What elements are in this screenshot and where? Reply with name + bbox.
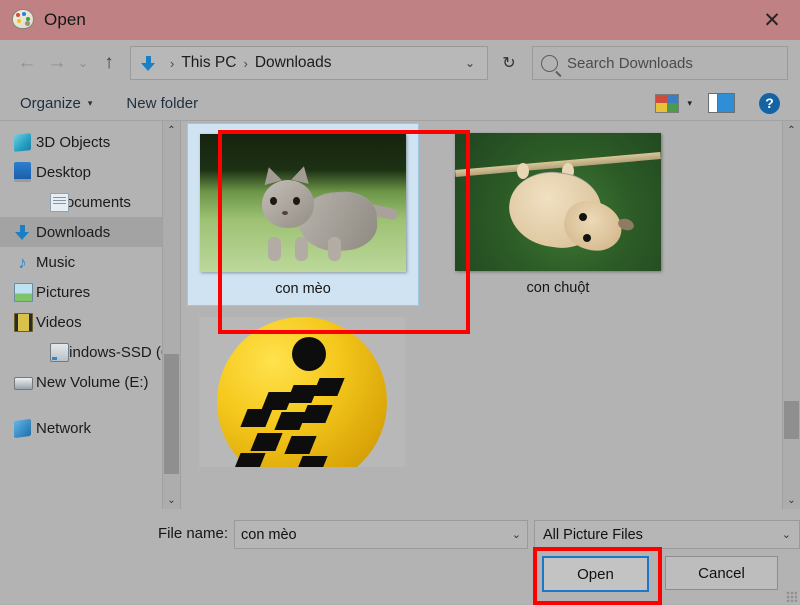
paint-palette-icon [12, 9, 34, 31]
history-dropdown-button[interactable]: ⌄ [72, 48, 94, 78]
search-icon [541, 55, 558, 72]
breadcrumb-separator: › [243, 56, 247, 71]
refresh-button[interactable]: ↻ [494, 47, 524, 79]
scroll-down-icon[interactable]: ⌄ [783, 491, 800, 509]
sidebar-item-label: Desktop [36, 164, 91, 181]
resize-grip[interactable] [786, 591, 797, 602]
view-mode-icon[interactable] [655, 94, 679, 113]
file-name-label: File name: [158, 525, 228, 542]
cancel-button[interactable]: Cancel [665, 556, 778, 590]
sidebar-item-documents[interactable]: Documents [0, 187, 180, 217]
search-box[interactable]: Search Downloads [532, 46, 788, 80]
sidebar-item-videos[interactable]: Videos [0, 307, 180, 337]
kitten-photo [200, 134, 406, 272]
file-type-select[interactable]: All Picture Files ⌄ [534, 520, 800, 549]
breadcrumb-separator: › [170, 56, 174, 71]
chevron-down-icon[interactable]: ⌄ [782, 528, 791, 541]
breadcrumb-this-pc[interactable]: This PC [181, 54, 236, 72]
sidebar-scroll-track[interactable] [163, 139, 180, 491]
sidebar-item-label: New Volume (E:) [36, 374, 149, 391]
file-list-scroll-thumb[interactable] [784, 401, 799, 439]
file-tile-con-meo[interactable]: con mèo [187, 123, 419, 306]
forward-button[interactable]: → [42, 48, 72, 78]
scroll-up-icon[interactable]: ⌃ [163, 121, 180, 139]
title-bar: Open ✕ [0, 0, 800, 40]
desktop-icon [14, 162, 31, 182]
command-bar-right: ▾ ? [655, 93, 780, 114]
navigation-bar: ← → ⌄ ↑ › This PC › Downloads ⌄ ↻ Search… [0, 40, 800, 86]
sidebar-scrollbar[interactable]: ⌃ ⌄ [162, 121, 180, 509]
close-icon[interactable]: ✕ [744, 0, 800, 40]
drive-icon [50, 343, 69, 362]
3d-objects-icon [14, 133, 31, 152]
open-file-dialog: Open ✕ ← → ⌄ ↑ › This PC › Downloads ⌄ ↻… [0, 0, 800, 604]
address-bar[interactable]: › This PC › Downloads ⌄ [130, 46, 488, 80]
file-list-scrollbar[interactable]: ⌃ ⌄ [782, 121, 800, 509]
new-folder-button[interactable]: New folder [126, 95, 198, 112]
taxi-logo [199, 317, 405, 467]
sidebar-item-label: 3D Objects [36, 134, 110, 151]
up-button[interactable]: ↑ [94, 48, 124, 78]
chevron-down-icon[interactable]: ⌄ [512, 528, 521, 541]
file-name-value: con mèo [241, 527, 297, 543]
sidebar-item-downloads[interactable]: Downloads [0, 217, 180, 247]
chevron-down-icon[interactable]: ▾ [687, 98, 692, 109]
network-icon [14, 418, 31, 437]
open-button[interactable]: Open [542, 556, 649, 592]
command-bar: Organize ▾ New folder ▾ ? [0, 86, 800, 120]
file-tile-con-chuot[interactable]: con chuột [443, 123, 673, 304]
music-icon: ♪ [14, 254, 31, 271]
file-tile-label: con mèo [275, 281, 331, 297]
sidebar-item-label: Videos [36, 314, 82, 331]
dialog-body: 3D Objects Desktop Documents Downloads ♪… [0, 120, 800, 509]
videos-icon [14, 313, 33, 332]
pictures-icon [14, 283, 33, 302]
sidebar-item-pictures[interactable]: Pictures [0, 277, 180, 307]
file-grid: con mèo con chuột [181, 121, 783, 509]
sidebar-item-label: Network [36, 420, 91, 437]
help-button[interactable]: ? [759, 93, 780, 114]
sidebar-item-new-volume[interactable]: New Volume (E:) [0, 367, 180, 397]
sidebar-item-network[interactable]: Network [0, 413, 180, 443]
sidebar-item-label: Windows-SSD (C [55, 344, 172, 361]
organize-button[interactable]: Organize ▾ [20, 95, 92, 112]
back-button[interactable]: ← [12, 48, 42, 78]
sidebar-scroll-thumb[interactable] [164, 354, 179, 474]
drive-icon [14, 377, 33, 390]
sidebar-item-music[interactable]: ♪ Music [0, 247, 180, 277]
scroll-up-icon[interactable]: ⌃ [783, 121, 800, 139]
sidebar-item-desktop[interactable]: Desktop [0, 157, 180, 187]
sidebar-item-label: Downloads [36, 224, 110, 241]
hamster-photo [455, 133, 661, 271]
scroll-down-icon[interactable]: ⌄ [163, 491, 180, 509]
file-tile-taxi-logo[interactable] [187, 317, 417, 467]
search-input[interactable]: Search Downloads [567, 55, 693, 72]
downloads-arrow-icon [140, 55, 157, 72]
organize-label: Organize [20, 95, 81, 112]
documents-icon [50, 193, 69, 212]
sidebar-item-windows-ssd[interactable]: Windows-SSD (C [0, 337, 180, 367]
preview-pane-icon[interactable] [708, 93, 735, 113]
window-title: Open [44, 10, 86, 30]
navigation-pane: 3D Objects Desktop Documents Downloads ♪… [0, 121, 180, 509]
file-name-input[interactable]: con mèo ⌄ [234, 520, 528, 549]
sidebar-item-label: Pictures [36, 284, 90, 301]
sidebar-item-label: Music [36, 254, 75, 271]
file-list-pane[interactable]: con mèo con chuột [180, 121, 800, 509]
file-list-scroll-track[interactable] [783, 139, 800, 491]
file-type-value: All Picture Files [543, 527, 643, 543]
breadcrumb-downloads[interactable]: Downloads [255, 54, 332, 72]
address-chevron-down-icon[interactable]: ⌄ [459, 56, 481, 70]
downloads-icon [14, 224, 31, 241]
file-tile-label: con chuột [527, 280, 590, 296]
sidebar-item-3d-objects[interactable]: 3D Objects [0, 127, 180, 157]
chevron-down-icon: ▾ [88, 98, 93, 109]
